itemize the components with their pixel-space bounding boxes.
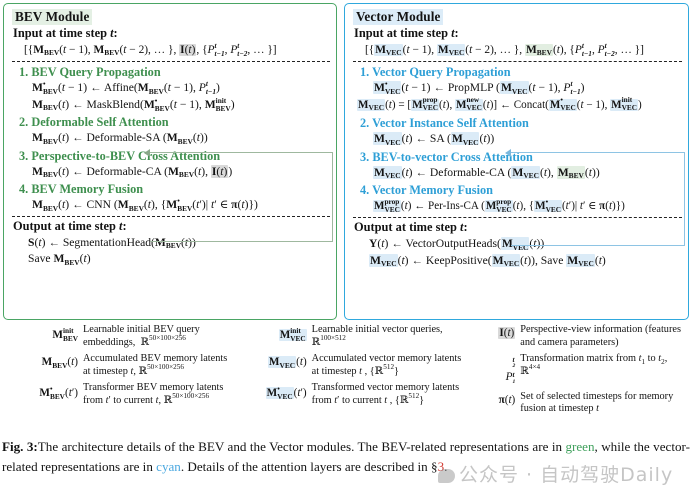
legend-description: Transformer BEV memory latents from t′ t…: [83, 382, 224, 406]
vector-output-label: Output at time step t:: [354, 220, 468, 235]
vector-module-title: Vector Module: [353, 9, 444, 25]
vector-step-2-title: 2. Vector Instance Self Attention: [360, 115, 682, 131]
legend-column-misc: I(t) Perspective-view information (featu…: [469, 324, 689, 434]
bev-step-4-number: 4.: [19, 182, 29, 197]
legend-item: MVEC(t) Accumulated vector memory latent…: [231, 353, 470, 378]
vector-step-3-label: BEV-to-vector Cross Attention: [372, 149, 533, 164]
vector-step-2-line-1: MVEC(t) ← SA (MVEC(t)): [373, 132, 495, 147]
bev-input-label: Input at time step t:: [13, 26, 118, 40]
legend-description: Learnable initial BEV query embeddings, …: [83, 324, 200, 348]
vector-input-label: Input at time step t:: [354, 26, 459, 40]
legend-symbol: π(t): [498, 393, 516, 406]
legend-column-bev: Minit BEV Learnable initial BEV query emb…: [4, 324, 231, 434]
bev-input-formula: [{MBEV(t − 1), MBEV(t − 2), … }, I(t), {…: [24, 40, 277, 58]
caption-cyan-word: cyan: [156, 459, 181, 474]
bev-step-1-title: 1. BEV Query Propagation: [19, 64, 330, 80]
legend-item: M • BEV (t′) Transformer BEV memory latents…: [4, 382, 231, 407]
legend-symbol: M • BEV (t′): [39, 383, 78, 401]
bev-step-4-line-1: MBEV(t) ← CNN (MBEV(t), {M • BEV (t′)| t′ ∈…: [32, 196, 258, 214]
vector-step-3-number: 3.: [360, 149, 370, 164]
vector-module-panel: Vector Module Input at time step t: [{MV…: [344, 3, 689, 320]
bev-output-label: Output at time step t:: [13, 218, 127, 233]
bev-step-1-label: BEV Query Propagation: [31, 65, 161, 80]
legend-description: Transformation matrix from t1 to t2, ℝ4×…: [520, 353, 668, 377]
legend-description: Learnable initial vector queries, ℝ100×5…: [311, 324, 443, 348]
bev-output-line-2: Save MBEV(t): [28, 252, 91, 267]
legend-container: Minit BEV Learnable initial BEV query emb…: [0, 322, 693, 434]
bev-step-4-label: BEV Memory Fusion: [31, 182, 144, 197]
legend-description: Accumulated vector memory latents at tim…: [311, 353, 462, 377]
modules-container: BEV Module Input at time step t: [{MBEV(…: [0, 0, 693, 320]
legend-item: I(t) Perspective-view information (featu…: [469, 324, 689, 349]
vector-output-line-1: Y(t) ← VectorOutputHeads(MVEC(t)): [369, 237, 545, 252]
figure-number: Fig. 3:: [2, 439, 38, 454]
vector-step-4-title: 4. Vector Memory Fusion: [360, 182, 682, 198]
legend-symbol: MVEC(t): [267, 356, 307, 370]
vector-output-separator: [353, 217, 682, 219]
legend-symbol: I(t): [498, 327, 516, 339]
legend-description: Transformed vector memory latents from t…: [311, 382, 460, 406]
bev-step-3-number: 3.: [19, 148, 29, 163]
vector-step-1-line-2: MVEC(t) = [M prop VEC (t), Mnew VEC (t)] ← Co…: [357, 95, 642, 113]
vector-step-1-title: 1. Vector Query Propagation: [360, 64, 682, 80]
legend-item: MBEV(t) Accumulated BEV memory latents a…: [4, 353, 231, 378]
bev-step-1-line-2: MBEV(t) ← MaskBlend(M • BEV (t − 1), Minit B…: [32, 95, 235, 113]
legend-item: Minit BEV Learnable initial BEV query emb…: [4, 324, 231, 349]
legend-item: π(t) Set of selected timesteps for memor…: [469, 391, 689, 416]
vector-input-separator: [353, 61, 682, 63]
bev-step-3-title: 3. Perspective-to-BEV Cross Attention: [19, 148, 330, 164]
vector-step-4-label: Vector Memory Fusion: [372, 183, 493, 198]
vector-step-1-line-1: M • VEC (t − 1) ← PropMLP (MVEC(t − 1), Ptt…: [373, 79, 585, 97]
legend-description: Perspective-view information (features a…: [520, 324, 681, 348]
vector-step-1-number: 1.: [360, 65, 370, 80]
bev-output-line-1: S(t) ← SegmentationHead(MBEV(t)): [28, 235, 196, 251]
bev-step-3-label: Perspective-to-BEV Cross Attention: [31, 148, 221, 163]
bev-step-1-number: 1.: [19, 65, 29, 80]
bev-input-separator: [12, 61, 330, 63]
bev-step-2-line-1: MBEV(t) ← Deformable-SA (MBEV(t)): [32, 131, 208, 146]
bev-step-2-number: 2.: [19, 115, 29, 130]
legend-symbol: Minit BEV: [52, 325, 78, 343]
legend-item: Minit VEC Learnable initial vector querie…: [231, 324, 470, 349]
bev-step-1-line-1: M • BEV (t − 1) ← Affine(MBEV(t − 1), Pt t−1…: [32, 79, 220, 97]
legend-description: Set of selected timesteps for memory fus…: [520, 390, 674, 415]
caption-text-3: . Details of the attention layers are de…: [180, 459, 438, 474]
vector-step-1-label: Vector Query Propagation: [372, 65, 511, 80]
legend-column-vector: Minit VEC Learnable initial vector querie…: [231, 324, 470, 434]
vector-output-line-2: MVEC(t) ← KeepPositive(MVEC(t)), Save MV…: [369, 253, 606, 269]
bev-step-2-label: Deformable Self Attention: [31, 115, 169, 130]
bev-step-2-title: 2. Deformable Self Attention: [19, 114, 330, 130]
vector-step-2-label: Vector Instance Self Attention: [372, 116, 529, 131]
caption-text-1: The architecture details of the BEV and …: [37, 439, 566, 454]
legend-symbol: M • VEC (t′): [265, 383, 307, 401]
caption-green-word: green: [565, 439, 595, 454]
vector-step-4-line-1: Mprop VEC (t) ← Per-Ins-CA (M prop VEC (t), {…: [373, 196, 625, 214]
legend-description: Accumulated BEV memory latents at timest…: [83, 353, 228, 377]
bev-step-3-line-1: MBEV(t) ← Deformable-CA (MBEV(t), I(t)): [32, 164, 233, 180]
legend-symbol: MBEV(t): [41, 356, 78, 370]
figure-caption: Fig. 3:The architecture details of the B…: [2, 437, 690, 477]
legend-symbol: Pt2t1: [505, 354, 516, 385]
vector-step-2-number: 2.: [360, 116, 370, 131]
vector-step-3-line-1: MVEC(t) ← Deformable-CA (MVEC(t), MBEV(t…: [373, 165, 600, 181]
bev-output-separator: [12, 215, 330, 217]
bev-step-4-title: 4. BEV Memory Fusion: [19, 181, 330, 197]
bev-module-title: BEV Module: [12, 9, 93, 25]
caption-text-4: .: [444, 459, 448, 474]
vector-input-formula: [{MVEC(t − 1), MVEC(t − 2), … }, MBEV(t)…: [365, 40, 644, 58]
bev-module-panel: BEV Module Input at time step t: [{MBEV(…: [3, 3, 337, 320]
legend-item: M • VEC (t′) Transformed vector memory late…: [231, 382, 470, 407]
legend-symbol: Minit VEC: [278, 325, 307, 343]
vector-step-4-number: 4.: [360, 183, 370, 198]
legend-item: Pt2t1 Transformation matrix from t1 to t…: [469, 353, 689, 386]
vector-step-3-title: 3. BEV-to-vector Cross Attention: [360, 149, 682, 165]
